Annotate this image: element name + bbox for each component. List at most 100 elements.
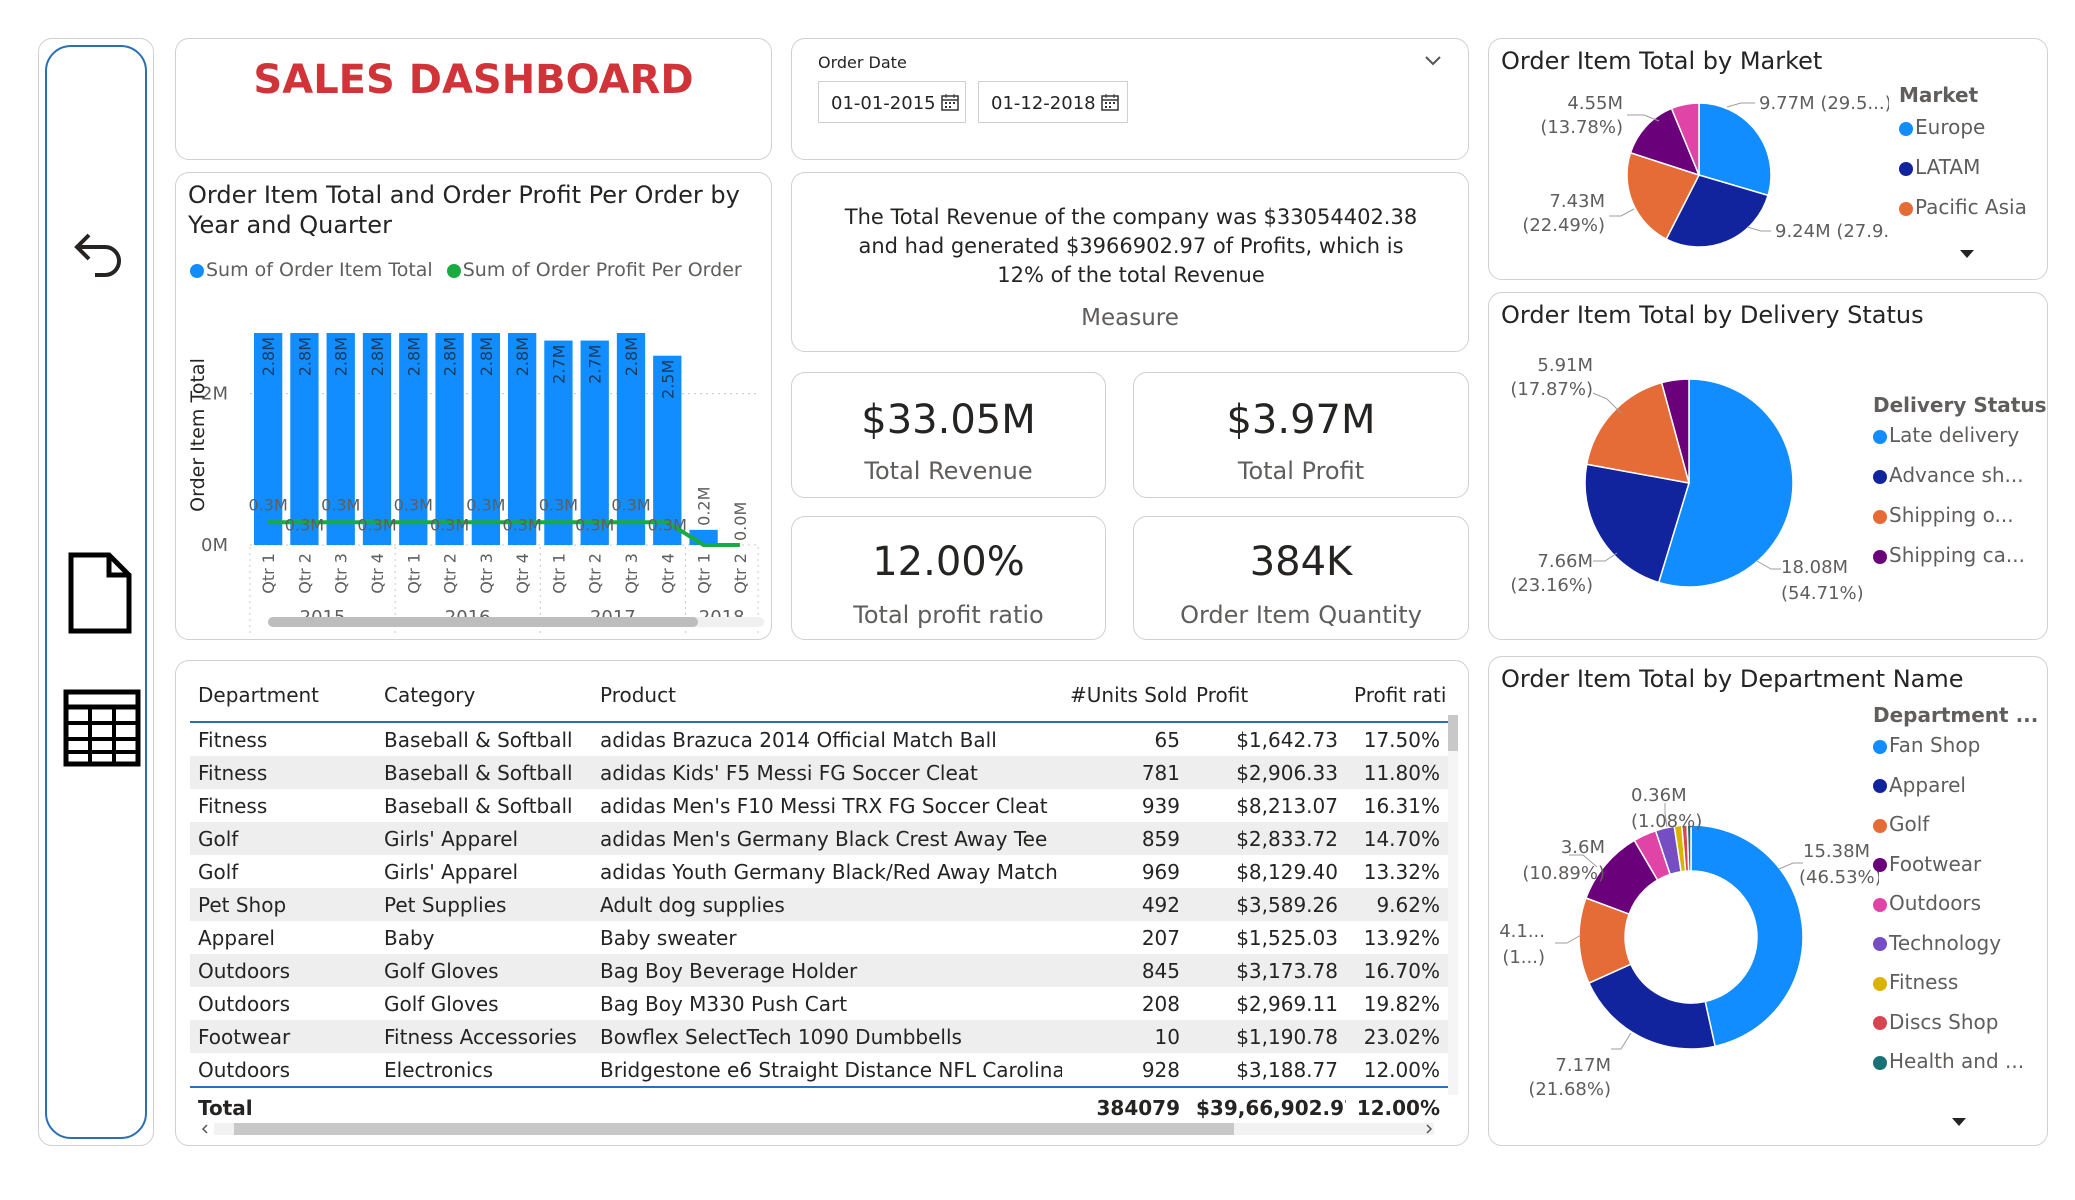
- col-header-units-sold[interactable]: #Units Sold: [1062, 669, 1188, 722]
- legend-item[interactable]: Golf: [1873, 812, 2024, 852]
- calendar-icon[interactable]: [1101, 93, 1119, 111]
- legend-item[interactable]: Apparel: [1873, 773, 2024, 813]
- table-row[interactable]: Outdoors Golf Gloves Bag Boy M330 Push Car…: [190, 987, 1448, 1020]
- legend-item[interactable]: Outdoors: [1873, 891, 2024, 931]
- table-horizontal-scrollbar[interactable]: [214, 1123, 1434, 1135]
- table-grid-icon[interactable]: [63, 689, 141, 767]
- chevron-down-icon[interactable]: [1424, 55, 1442, 67]
- legend-item[interactable]: Health and ...: [1873, 1049, 2024, 1089]
- table-row[interactable]: Pet Shop Pet Supplies Adult dog supplies 49…: [190, 888, 1448, 921]
- table-row[interactable]: Footwear Fitness Accessories Bowflex Selec…: [190, 1020, 1448, 1053]
- table-row[interactable]: Outdoors Golf Gloves Bag Boy Beverage Hold…: [190, 954, 1448, 987]
- cell-profit-ratio: 16.31%: [1363, 793, 1440, 818]
- table-row[interactable]: Golf Girls' Apparel adidas Youth Germany B…: [190, 855, 1448, 888]
- kpi-profit-ratio: 12.00% Total profit ratio: [791, 516, 1106, 640]
- cell-product: Baby sweater: [600, 925, 737, 950]
- undo-arrow-icon[interactable]: [65, 225, 129, 289]
- h-scrollbar[interactable]: [268, 617, 764, 627]
- legend-item[interactable]: Pacific Asia: [1899, 195, 2027, 235]
- legend-dot: [1873, 937, 1887, 951]
- table-row[interactable]: Fitness Baseball & Softball adidas Brazuca…: [190, 722, 1448, 756]
- table-row[interactable]: Apparel Baby Baby sweater 207 $1,525.03 13.92…: [190, 921, 1448, 954]
- scrollbar-thumb[interactable]: [234, 1123, 1234, 1135]
- legend-dot: [1899, 121, 1913, 136]
- legend-item[interactable]: Technology: [1873, 931, 2024, 971]
- legend-dot: [1873, 897, 1887, 912]
- cell-product: adidas Youth Germany Black/Red Away Matc…: [600, 859, 1062, 884]
- cell-product: Bowflex SelectTech 1090 Dumbbells: [592, 1020, 1062, 1053]
- scrollbar-thumb[interactable]: [268, 617, 698, 627]
- slicer-label: Order Date: [818, 53, 907, 72]
- cell-category: Girls' Apparel: [376, 822, 592, 855]
- cell-profit: $2,906.33: [1188, 756, 1346, 789]
- col-header-product[interactable]: Product: [592, 669, 1062, 722]
- pie-data-label: (1.08%): [1631, 811, 1702, 832]
- calendar-icon[interactable]: [941, 93, 959, 111]
- col-header-category[interactable]: Category: [376, 669, 592, 722]
- scroll-right-icon[interactable]: [1424, 1123, 1434, 1135]
- pie-data-label: 7.66M: [1537, 551, 1593, 572]
- cell-department: Apparel: [198, 925, 275, 950]
- chart-title-line2: Year and Quarter: [188, 211, 392, 239]
- x-tick-label: Qtr 1: [695, 553, 714, 594]
- line-data-label: 0.3M: [394, 495, 433, 514]
- pie-data-label: (13.78%): [1540, 117, 1623, 138]
- legend-item[interactable]: Shipping ca...: [1873, 543, 2025, 583]
- line-data-label: 0.3M: [321, 495, 360, 514]
- measure-text: The Total Revenue of the company was $33…: [844, 205, 1418, 287]
- cell-profit: $3,173.78: [1188, 954, 1346, 987]
- legend-item[interactable]: Europe: [1899, 115, 2027, 155]
- scroll-left-icon[interactable]: [200, 1123, 210, 1135]
- pie-data-label: (21.68%): [1528, 1079, 1611, 1100]
- legend-item[interactable]: Advance sh...: [1873, 463, 2025, 503]
- legend-item[interactable]: Late delivery: [1873, 423, 2025, 463]
- end-date-input[interactable]: 01-12-2018: [978, 81, 1128, 123]
- legend-scroll-down-icon[interactable]: [1951, 1117, 1967, 1127]
- scrollbar-thumb[interactable]: [1448, 715, 1458, 751]
- legend-item[interactable]: Fitness: [1873, 970, 2024, 1010]
- legend-item[interactable]: Discs Shop: [1873, 1010, 2024, 1050]
- x-tick-label: Qtr 2: [441, 553, 460, 594]
- bar-data-label: 2.8M: [295, 337, 314, 376]
- table-row[interactable]: Fitness Baseball & Softball adidas Kids' F…: [190, 756, 1448, 789]
- legend-label: Outdoors: [1889, 891, 1982, 915]
- pie-data-label: (23.16%): [1510, 575, 1593, 596]
- chart-title: Order Item Total by Market: [1501, 47, 1823, 75]
- cell-units-sold: 65: [1154, 727, 1180, 752]
- legend-label: Technology: [1889, 930, 2002, 955]
- legend-scroll-down-icon[interactable]: [1959, 249, 1975, 259]
- table-vertical-scrollbar[interactable]: [1448, 715, 1458, 1095]
- legend-label: Footwear: [1889, 851, 1982, 876]
- table-row[interactable]: Golf Girls' Apparel adidas Men's Germany B…: [190, 822, 1448, 855]
- bar-data-label: 2.7M: [549, 345, 568, 384]
- x-tick-label: Qtr 4: [658, 553, 677, 594]
- legend-label: Shipping o...: [1889, 503, 2014, 527]
- cell-profit-ratio: 12.00%: [1363, 1057, 1440, 1082]
- table-row[interactable]: Outdoors Electronics Bridgestone e6 Straig…: [190, 1053, 1448, 1087]
- pie-data-label: 7.17M: [1555, 1055, 1611, 1076]
- cell-department: Footwear: [190, 1020, 376, 1053]
- kpi-total-profit: $3.97M Total Profit: [1133, 372, 1469, 498]
- legend-label: Shipping ca...: [1889, 543, 2025, 567]
- bar-data-label: 0.2M: [695, 487, 714, 526]
- legend-item[interactable]: Shipping o...: [1873, 503, 2025, 543]
- legend-item[interactable]: Footwear: [1873, 852, 2024, 892]
- legend-title: Department ...: [1873, 703, 2039, 727]
- col-header-profit-ratio[interactable]: Profit rati: [1346, 669, 1448, 722]
- total-units: 384079: [1096, 1096, 1181, 1120]
- col-header-department[interactable]: Department: [190, 669, 376, 722]
- cell-product: Bag Boy M330 Push Cart: [600, 991, 848, 1016]
- cell-department: Fitness: [198, 793, 268, 818]
- legend-item[interactable]: LATAM: [1899, 155, 2027, 195]
- cell-department: Outdoors: [198, 1057, 291, 1082]
- start-date-input[interactable]: 01-01-2015: [818, 81, 966, 123]
- table-row[interactable]: Fitness Baseball & Softball adidas Men's F…: [190, 789, 1448, 822]
- document-icon[interactable]: [65, 551, 135, 635]
- legend-item[interactable]: Fan Shop: [1873, 733, 2024, 773]
- legend-dot-green: [446, 263, 461, 278]
- pie-data-label: 4.1...: [1499, 921, 1545, 942]
- legend-dot: [1873, 549, 1887, 564]
- col-header-profit[interactable]: Profit: [1188, 669, 1346, 722]
- cell-category: Pet Supplies: [376, 888, 592, 921]
- kpi-value: 12.00%: [872, 539, 1025, 585]
